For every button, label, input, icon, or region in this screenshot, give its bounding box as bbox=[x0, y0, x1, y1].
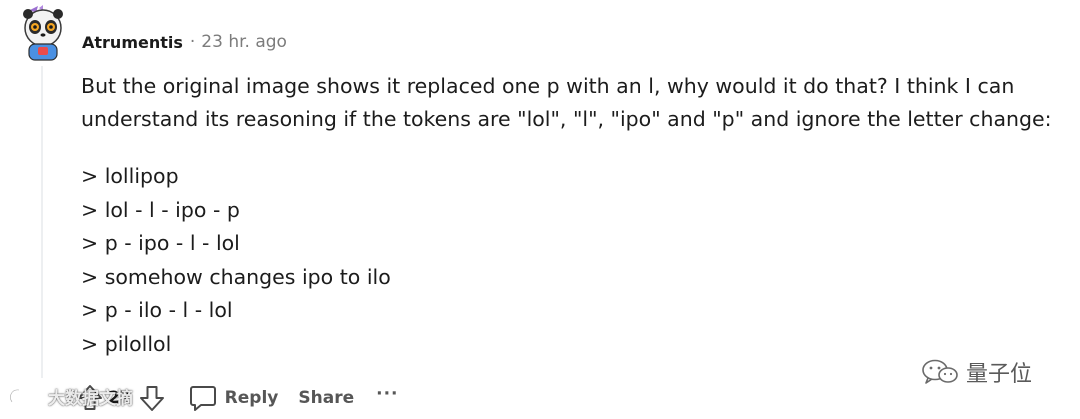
thread-line[interactable] bbox=[41, 66, 43, 378]
more-options-button[interactable]: ··· bbox=[376, 384, 398, 404]
comment-body: But the original image shows it replaced… bbox=[81, 70, 1071, 136]
downvote-button[interactable] bbox=[138, 383, 166, 413]
watermark-left-text: 大数据文摘 bbox=[48, 389, 133, 409]
quote-line: > pilollol bbox=[81, 331, 172, 356]
username-link[interactable]: Atrumentis bbox=[82, 33, 183, 52]
quote-line: > p - ilo - l - lol bbox=[81, 298, 233, 323]
timestamp[interactable]: 23 hr. ago bbox=[201, 32, 287, 52]
quote-line: > lol - l - ipo - p bbox=[81, 197, 240, 222]
downvote-arrow-icon bbox=[139, 386, 164, 411]
watermark-right-text: 量子位 bbox=[966, 362, 1033, 387]
swirl-logo-icon bbox=[9, 388, 44, 403]
watermark-right: 量子位 bbox=[920, 356, 1032, 388]
comment-header: Atrumentis · 23 hr. ago bbox=[82, 29, 287, 55]
speech-bubble-icon bbox=[189, 386, 216, 411]
meta-separator: · bbox=[189, 32, 196, 52]
reply-label: Reply bbox=[224, 388, 279, 408]
wechat-logo-icon bbox=[922, 359, 958, 384]
quote-line: > lollipop bbox=[81, 164, 179, 188]
quote-line: > p - ipo - l - lol bbox=[81, 231, 240, 256]
reply-button[interactable]: Reply bbox=[188, 383, 279, 413]
share-button[interactable]: Share bbox=[298, 388, 354, 408]
comment: Atrumentis · 23 hr. ago But the original… bbox=[0, 0, 1080, 419]
quote-line: > somehow changes ipo to ilo bbox=[81, 264, 391, 289]
quote-block: > lollipop > lol - l - ipo - p > p - ipo… bbox=[81, 160, 391, 362]
body-line: But the original image shows it replaced… bbox=[81, 74, 1015, 98]
body-line: understand its reasoning if the tokens a… bbox=[81, 107, 1052, 131]
watermark-left: 大数据文摘 bbox=[6, 384, 133, 409]
user-avatar[interactable] bbox=[16, 4, 70, 62]
